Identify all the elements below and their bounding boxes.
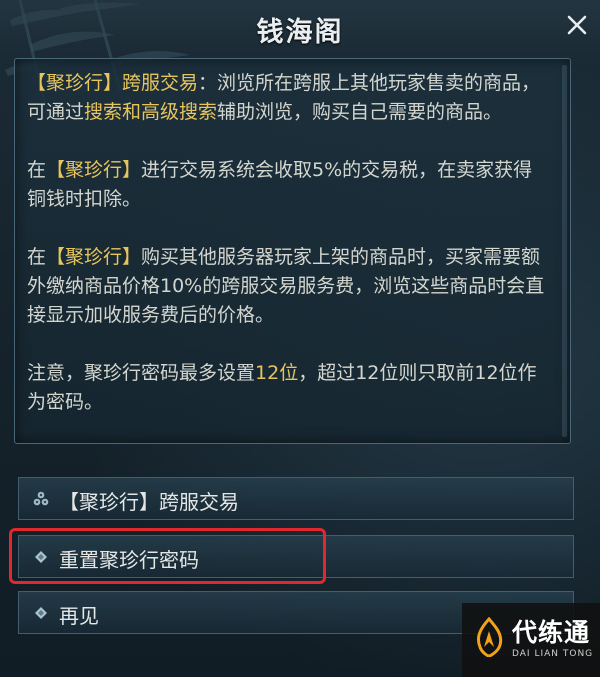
description-paragraph: 【聚珍行】跨服交易：浏览所在跨服上其他玩家售卖的商品，可通过搜索和高级搜索辅助浏… xyxy=(27,69,547,127)
diamond-bullet-icon xyxy=(35,607,47,619)
option-label: 【聚珍行】跨服交易 xyxy=(59,490,239,514)
close-icon[interactable] xyxy=(564,12,590,38)
title-bar: 钱海阁 xyxy=(0,0,600,54)
watermark-title: 代练通 xyxy=(512,618,591,647)
option-label: 重置聚珍行密码 xyxy=(59,548,199,572)
diamond-bullet-icon xyxy=(35,551,47,563)
highlighted-text: 【聚珍行】 xyxy=(46,159,142,181)
option-reset-password[interactable]: 重置聚珍行密码 xyxy=(18,535,574,578)
body-text: 辅助浏览，购买自己需要的商品。 xyxy=(217,101,503,123)
option-label: 再见 xyxy=(59,604,99,628)
highlighted-text: 【聚珍行】跨服交易 xyxy=(27,72,199,94)
body-text: 注意，聚珍行密码最多设置 xyxy=(27,362,256,384)
option-cross-server-trade[interactable]: 【聚珍行】跨服交易 xyxy=(18,477,574,520)
description-paragraph: 注意，聚珍行密码最多设置12位，超过12位则只取前12位作为密码。 xyxy=(27,359,547,417)
highlighted-text: 12位 xyxy=(255,362,299,384)
watermark-subtitle: DAI LIAN TONG xyxy=(512,649,594,659)
description-text: 【聚珍行】跨服交易：浏览所在跨服上其他玩家售卖的商品，可通过搜索和高级搜索辅助浏… xyxy=(27,69,547,417)
body-text: 在 xyxy=(27,246,47,268)
scrollbar[interactable] xyxy=(562,65,567,437)
coins-icon xyxy=(33,491,49,506)
window-title: 钱海阁 xyxy=(256,17,344,48)
watermark: 代练通 DAI LIAN TONG xyxy=(462,603,600,677)
description-paragraph: 在【聚珍行】进行交易系统会收取5%的交易税，在卖家获得铜钱时扣除。 xyxy=(27,156,547,214)
description-panel: 【聚珍行】跨服交易：浏览所在跨服上其他玩家售卖的商品，可通过搜索和高级搜索辅助浏… xyxy=(14,58,571,444)
description-paragraph: 在【聚珍行】购买其他服务器玩家上架的商品时，买家需要额外缴纳商品价格10%的跨服… xyxy=(27,243,547,330)
highlighted-text: 搜索和高级搜索 xyxy=(84,101,218,123)
flame-logo-icon xyxy=(476,617,503,657)
highlighted-text: 【聚珍行】 xyxy=(46,246,142,268)
body-text: 在 xyxy=(27,159,47,181)
